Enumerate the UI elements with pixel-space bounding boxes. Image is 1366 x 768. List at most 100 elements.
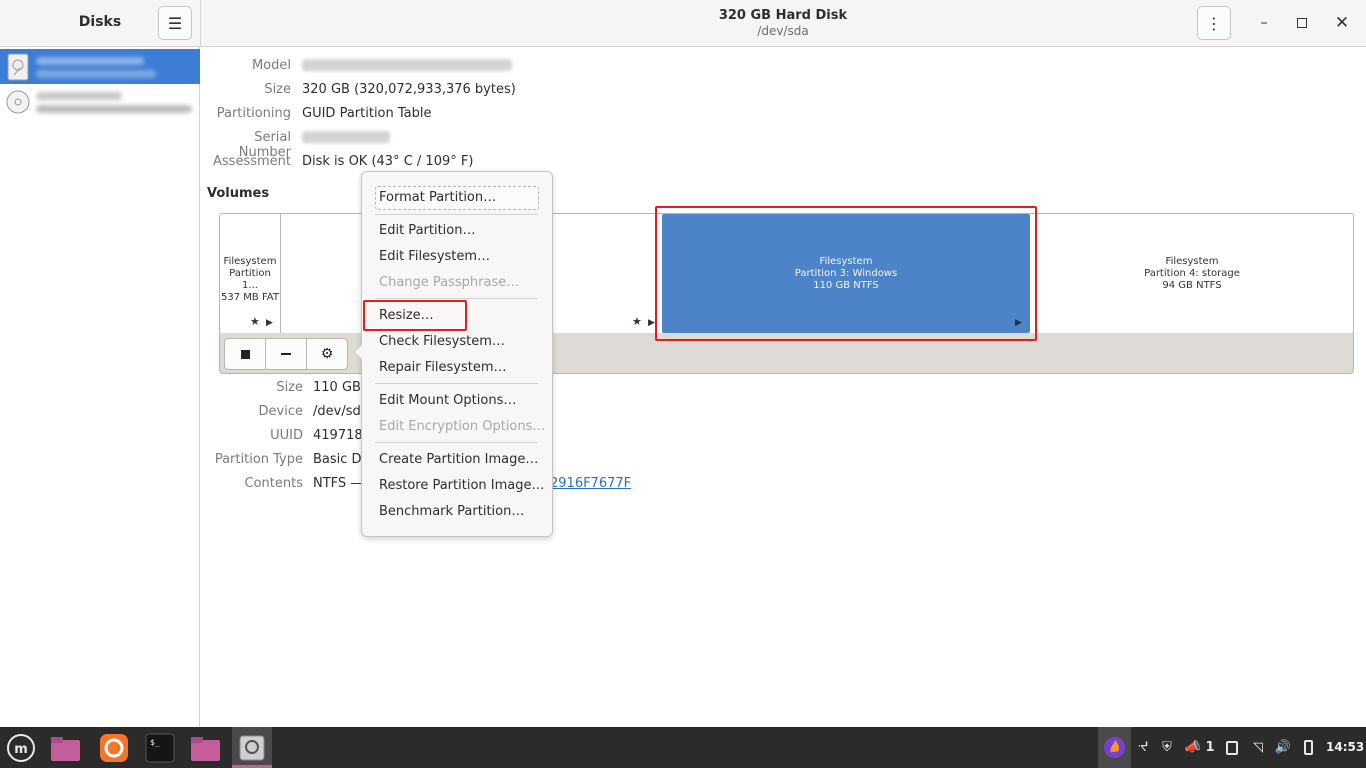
contents-label: Contents: [244, 476, 303, 491]
menu-item-edit-mount-options[interactable]: Edit Mount Options…: [379, 393, 516, 408]
serial-value-redacted: [302, 131, 390, 143]
maximize-button[interactable]: [1291, 12, 1313, 34]
star-icon: ★: [632, 315, 642, 328]
app-menu-button[interactable]: ☰: [158, 6, 192, 40]
partition-4-storage[interactable]: Filesystem Partition 4: storage 94 GB NT…: [1031, 214, 1353, 333]
header-bar: Disks ☰ 320 GB Hard Disk /dev/sda ⋮ – ✕: [0, 0, 1366, 47]
wifi-icon[interactable]: ◹: [1248, 727, 1268, 768]
device-label: Device: [258, 404, 303, 419]
menu-item-create-partition-image[interactable]: Create Partition Image…: [379, 452, 538, 467]
partition-3-windows[interactable]: Filesystem Partition 3: Windows 110 GB N…: [662, 214, 1030, 333]
partitioning-value: GUID Partition Table: [302, 106, 432, 121]
contents-value: NTFS —: [313, 476, 364, 491]
menu-separator: [375, 442, 538, 443]
drive-name-redacted: [36, 92, 122, 100]
sidebar: [0, 47, 200, 727]
clock[interactable]: 14:53: [1326, 740, 1364, 754]
partition-1-line2: Partition 1...: [229, 268, 271, 291]
unmount-button[interactable]: [224, 338, 266, 370]
partition-size-value: 110 GB: [313, 380, 361, 395]
close-icon: ✕: [1334, 13, 1350, 33]
partition-size-label: Size: [276, 380, 303, 395]
stop-icon: [240, 349, 250, 359]
partition-3-line2: Partition 3: Windows: [794, 268, 898, 279]
model-value-redacted: [302, 59, 512, 71]
terminal-icon[interactable]: $_: [145, 733, 175, 763]
assessment-value: Disk is OK (43° C / 109° F): [302, 154, 474, 169]
size-label: Size: [264, 82, 291, 97]
menu-item-resize[interactable]: Resize…: [379, 308, 434, 323]
partition-1[interactable]: Filesystem Partition 1... 537 MB FAT ★ ▶: [220, 214, 280, 333]
partition-4-text: Filesystem Partition 4: storage 94 GB NT…: [1031, 256, 1353, 292]
window-title: 320 GB Hard Disk: [718, 8, 848, 23]
assessment-label: Assessment: [213, 154, 291, 169]
uuid-label: UUID: [270, 428, 303, 443]
additional-options-button[interactable]: ⚙: [306, 338, 348, 370]
battery-icon[interactable]: [1300, 727, 1316, 768]
firefox-icon[interactable]: [99, 733, 129, 763]
star-icon: ★: [250, 315, 260, 328]
partition-3-text: Filesystem Partition 3: Windows 110 GB N…: [662, 256, 1030, 292]
sidebar-item-hard-disk[interactable]: [0, 49, 200, 84]
partitioning-label: Partitioning: [216, 106, 291, 121]
bluetooth-icon[interactable]: ᔵ: [1135, 727, 1151, 768]
volume-icon[interactable]: 🔊: [1273, 727, 1293, 768]
partition-1-line1: Filesystem: [223, 256, 277, 267]
drive-detail-redacted: [36, 70, 156, 78]
shield-icon[interactable]: ⛨: [1158, 727, 1176, 768]
svg-text:m: m: [14, 742, 28, 757]
popover-arrow: [354, 344, 362, 360]
size-value: 320 GB (320,072,933,376 bytes): [302, 82, 516, 97]
drive-detail-redacted: [36, 105, 192, 113]
minus-icon: [281, 353, 291, 355]
optical-drive-icon: [6, 90, 30, 114]
partition-options-menu: Format Partition… Edit Partition… Edit F…: [354, 171, 553, 537]
minimize-button[interactable]: –: [1253, 12, 1275, 34]
menu-item-benchmark-partition[interactable]: Benchmark Partition…: [379, 504, 524, 519]
svg-text:$_: $_: [150, 738, 160, 747]
menu-separator: [375, 383, 538, 384]
mint-menu-icon[interactable]: m: [6, 733, 36, 763]
firefox-tray-icon[interactable]: [1103, 736, 1126, 759]
play-arrow-icon: ▶: [1015, 318, 1022, 328]
menu-item-edit-partition[interactable]: Edit Partition…: [379, 223, 475, 238]
drive-options-button[interactable]: ⋮: [1197, 6, 1231, 40]
partition-1-text: Filesystem Partition 1... 537 MB FAT: [220, 256, 280, 304]
menu-separator: [375, 298, 538, 299]
files-icon[interactable]: [50, 733, 80, 763]
maximize-icon: [1297, 18, 1307, 28]
menu-item-format-partition[interactable]: Format Partition…: [379, 190, 496, 205]
delete-partition-button[interactable]: [265, 338, 307, 370]
play-arrow-icon: ▶: [266, 318, 273, 328]
uuid-value: 419718: [313, 428, 363, 443]
workspace-icon[interactable]: [1223, 727, 1241, 768]
sidebar-item-optical-drive[interactable]: [0, 84, 200, 119]
partition-3-line1: Filesystem: [819, 256, 873, 267]
header-separator: [200, 0, 201, 47]
menu-item-edit-filesystem[interactable]: Edit Filesystem…: [379, 249, 490, 264]
drive-name-redacted: [36, 57, 144, 65]
menu-item-edit-encryption-options: Edit Encryption Options…: [379, 419, 546, 434]
hard-disk-icon: [7, 53, 29, 81]
notification-count: 1: [1205, 740, 1215, 755]
menu-item-check-filesystem[interactable]: Check Filesystem…: [379, 334, 505, 349]
play-arrow-icon: ▶: [648, 318, 655, 328]
window-subtitle: /dev/sda: [757, 24, 809, 38]
partition-3-line3: 110 GB NTFS: [813, 280, 879, 291]
notifications-icon[interactable]: 📣: [1184, 727, 1202, 768]
partition-4-line2: Partition 4: storage: [1144, 268, 1240, 279]
menu-separator: [375, 214, 538, 215]
taskbar: m $_ ᔵ ⛨ 📣 1 ◹ 🔊 14:53: [0, 727, 1366, 768]
partition-4-line1: Filesystem: [1165, 256, 1219, 267]
menu-item-change-passphrase: Change Passphrase…: [379, 275, 520, 290]
partition-1-line3: 537 MB FAT: [221, 292, 279, 303]
mount-point-link[interactable]: 2916F7677F: [550, 476, 631, 491]
menu-item-repair-filesystem[interactable]: Repair Filesystem…: [379, 360, 507, 375]
disks-icon[interactable]: [237, 733, 267, 763]
menu-item-restore-partition-image[interactable]: Restore Partition Image…: [379, 478, 544, 493]
minimize-icon: –: [1260, 15, 1268, 31]
folder-icon[interactable]: [190, 733, 220, 763]
gears-icon: ⚙: [320, 346, 334, 362]
close-button[interactable]: ✕: [1331, 12, 1353, 34]
volumes-title: Volumes: [207, 186, 270, 201]
